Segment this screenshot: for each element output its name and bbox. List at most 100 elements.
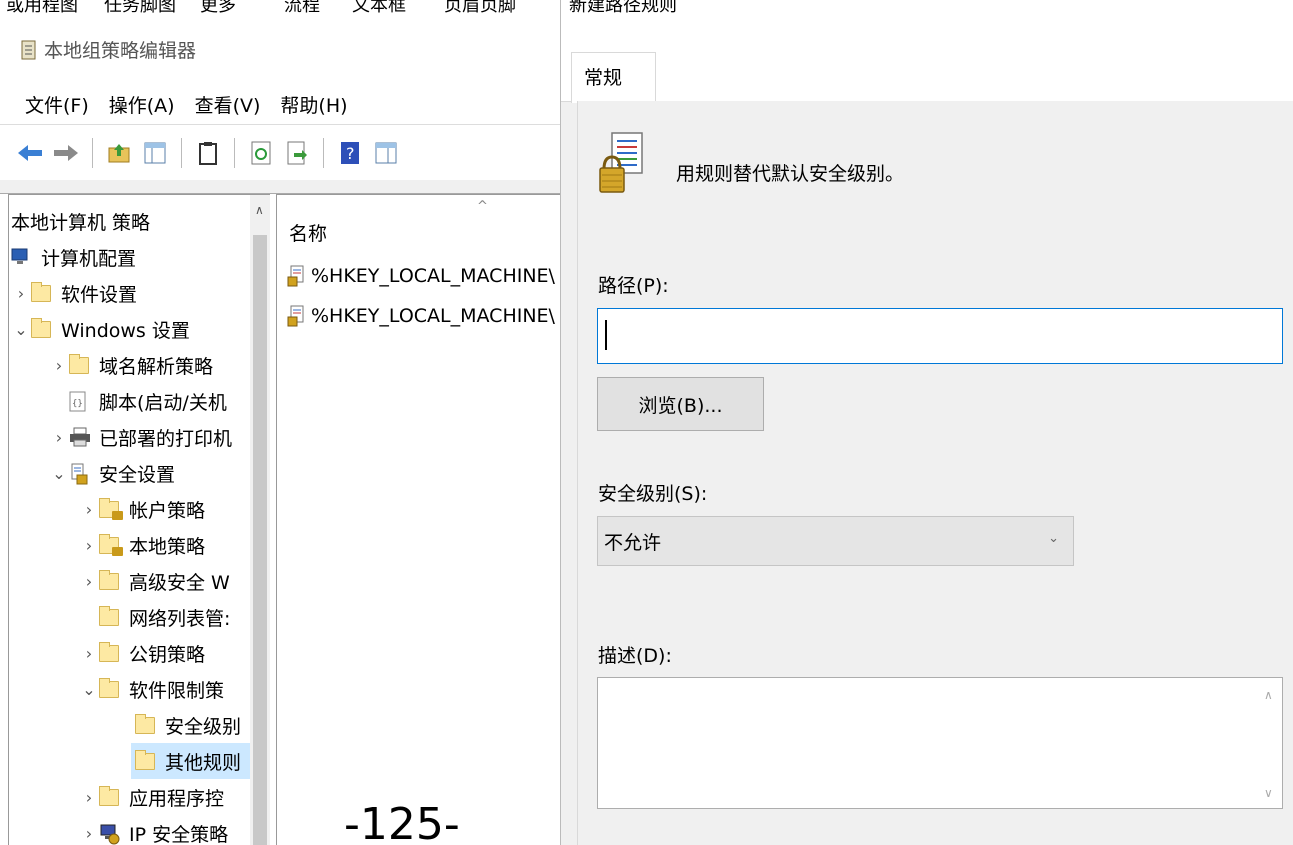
browse-button[interactable]: 浏览(B)... [597,377,764,431]
chevron-down-icon[interactable]: ⌄ [1048,531,1059,546]
chevron-right-icon[interactable]: › [79,572,99,591]
folder-icon [135,750,157,771]
description-scrollbar[interactable]: ∧ ∨ [1258,678,1282,808]
sort-ascending-icon: ^ [477,199,488,214]
folder-icon [99,678,121,699]
menu-help[interactable]: 帮助(H) [280,91,347,118]
toolbar: ? [0,124,560,180]
help-icon[interactable]: ? [336,139,364,167]
strip-fragment: 页眉页脚 [444,0,516,14]
computer-icon [11,247,33,267]
chevron-down-icon[interactable]: ⌄ [11,320,31,339]
registry-rule-icon [287,265,305,287]
scroll-down-icon[interactable]: ∨ [1264,786,1273,800]
console-tree: 本地计算机 策略 计算机配置 › 软件设置 ⌄ Windows 设置 › 域名解… [8,194,270,845]
menu-view[interactable]: 查看(V) [195,91,261,118]
tree-root[interactable]: 本地计算机 策略 [11,203,150,239]
tree-item-security-levels[interactable]: 安全级别 [135,707,241,743]
close-icon[interactable]: × [569,0,1290,12]
scroll-thumb[interactable] [253,235,267,845]
chevron-right-icon[interactable]: › [79,644,99,663]
forward-arrow-icon[interactable] [52,139,80,167]
folder-icon [99,606,121,627]
toolbar-separator [323,137,324,168]
intro-section: 用规则替代默认安全级别。 [598,131,904,195]
page-number: -125- [340,800,464,845]
up-folder-icon[interactable] [105,139,133,167]
tree-item-label: 脚本(启动/关机 [99,391,227,414]
chevron-right-icon[interactable]: › [79,788,99,807]
folder-icon [31,282,53,303]
script-icon: {} [69,391,91,412]
tree-item-scripts[interactable]: {} 脚本(启动/关机 [69,383,227,419]
tree-item-label: 公钥策略 [129,643,206,666]
folder-icon [135,714,157,735]
description-label: 描述(D): [598,645,672,667]
tree-item-ip-security[interactable]: › IP 安全策略 [79,815,228,845]
tree-item-public-key[interactable]: › 公钥策略 [79,635,205,671]
tree-item-label: IP 安全策略 [129,823,229,845]
properties-pane-icon[interactable] [372,139,400,167]
path-input[interactable] [597,308,1283,364]
strip-fragment: 或用程图 [6,0,78,14]
ip-security-icon [99,823,121,845]
tree-item-advanced-security[interactable]: › 高级安全 W [79,563,230,599]
chevron-right-icon[interactable]: › [79,500,99,519]
locked-folder-icon [99,534,123,556]
security-level-select[interactable]: 不允许 ⌄ [597,516,1074,566]
list-item-label: %HKEY_LOCAL_MACHINE\ [311,305,555,327]
chevron-right-icon[interactable]: › [49,428,69,447]
tree-item-software-restriction[interactable]: ⌄ 软件限制策 [79,671,224,707]
chevron-right-icon[interactable]: › [49,356,69,375]
column-header-name[interactable]: 名称 [289,219,327,246]
folder-icon [31,318,53,339]
svg-text:{}: {} [72,399,83,409]
printer-icon [69,427,91,447]
folder-icon [99,642,121,663]
refresh-icon[interactable] [247,139,275,167]
description-textarea[interactable]: ∧ ∨ [597,677,1283,809]
export-list-icon[interactable] [283,139,311,167]
security-level-value: 不允许 [604,531,662,554]
tree-item-security-settings[interactable]: ⌄ 安全设置 [49,455,175,491]
tree-item-app-control[interactable]: › 应用程序控 [79,779,224,815]
chevron-right-icon[interactable]: › [11,284,31,303]
menu-action[interactable]: 操作(A) [109,91,175,118]
tab-general[interactable]: 常规 [571,52,656,103]
clipboard-icon[interactable] [194,139,222,167]
svg-text:?: ? [346,144,355,163]
chevron-down-icon[interactable]: ⌄ [49,464,69,483]
tree-item-label: Windows 设置 [61,319,190,342]
tree-item-network-list[interactable]: 网络列表管: [99,599,230,635]
tree-item-local-policy[interactable]: › 本地策略 [79,527,205,563]
tree-item-label: 高级安全 W [129,571,230,594]
tree-item-printers[interactable]: › 已部署的打印机 [49,419,232,455]
strip-fragment: 流程 [284,0,320,14]
security-level-label: 安全级别(S): [598,483,708,505]
tree-item-computer-config[interactable]: 计算机配置 [11,239,136,275]
list-item[interactable]: %HKEY_LOCAL_MACHINE\ [287,299,555,333]
path-label: 路径(P): [598,275,669,297]
scroll-up-icon[interactable]: ∧ [255,203,264,217]
strip-fragment: 任务脚图 [104,0,176,14]
folder-icon [69,354,91,375]
back-arrow-icon[interactable] [16,139,44,167]
show-hide-tree-icon[interactable] [141,139,169,167]
scroll-up-icon[interactable]: ∧ [1264,688,1273,702]
tree-item-label: 计算机配置 [41,247,137,270]
locked-folder-icon [99,498,123,520]
tree-item-account-policy[interactable]: › 帐户策略 [79,491,205,527]
folder-icon [99,786,121,807]
chevron-right-icon[interactable]: › [79,824,99,843]
strip-fragment: 更多 [200,0,236,14]
chevron-down-icon[interactable]: ⌄ [79,680,99,699]
tree-scrollbar[interactable]: ∧ [250,195,270,845]
menu-file[interactable]: 文件(F) [25,91,89,118]
tree-item-dns-policy[interactable]: › 域名解析策略 [49,347,213,383]
tree-item-additional-rules[interactable]: 其他规则 [131,743,262,779]
chevron-right-icon[interactable]: › [79,536,99,555]
tree-item-software-settings[interactable]: › 软件设置 [11,275,137,311]
list-item[interactable]: %HKEY_LOCAL_MACHINE\ [287,259,555,293]
tree-item-label: 帐户策略 [129,499,206,522]
tree-item-windows-settings[interactable]: ⌄ Windows 设置 [11,311,190,347]
